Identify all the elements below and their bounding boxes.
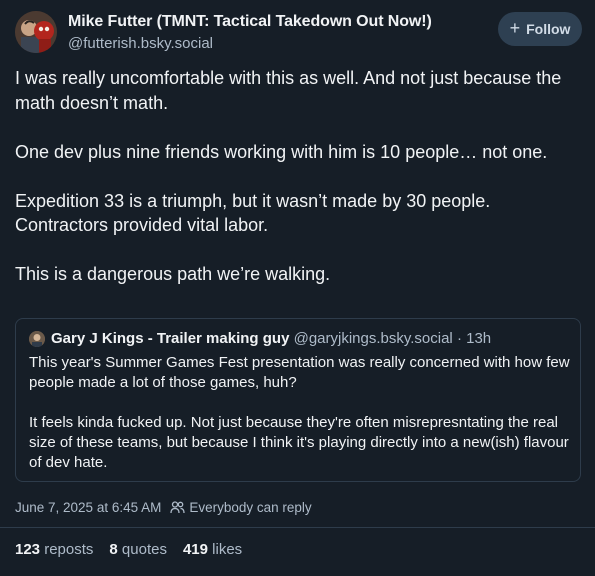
- quote-author-name[interactable]: Gary J Kings - Trailer making guy: [51, 330, 289, 347]
- quote-timestamp[interactable]: 13h: [466, 330, 491, 347]
- post-body: I was really uncomfortable with this as …: [15, 66, 585, 311]
- quote-body: This year's Summer Games Fest presentati…: [29, 353, 574, 493]
- engagement-stats: 123 reposts 8 quotes 419 likes: [15, 541, 258, 558]
- quotes-stat[interactable]: 8 quotes: [109, 541, 167, 558]
- people-icon: [170, 501, 186, 514]
- author-avatar[interactable]: [15, 11, 57, 53]
- follow-button-label: Follow: [526, 21, 571, 37]
- likes-label: likes: [212, 541, 243, 558]
- quotes-label: quotes: [121, 541, 167, 558]
- follow-button[interactable]: + Follow: [498, 12, 582, 46]
- quote-paragraph: This year's Summer Games Fest presentati…: [29, 354, 570, 391]
- reposts-label: reposts: [44, 541, 94, 558]
- author-display-name[interactable]: Mike Futter (TMNT: Tactical Takedown Out…: [68, 13, 432, 31]
- author-handle[interactable]: @futterish.bsky.social: [68, 35, 213, 52]
- post-meta: June 7, 2025 at 6:45 AM Everybody can re…: [15, 500, 312, 515]
- quote-separator: ·: [456, 330, 462, 347]
- quote-header: Gary J Kings - Trailer making guy @garyj…: [51, 330, 491, 347]
- post-card: Mike Futter (TMNT: Tactical Takedown Out…: [0, 0, 595, 576]
- post-paragraph: This is a dangerous path we’re walking.: [15, 264, 331, 284]
- reply-setting[interactable]: Everybody can reply: [170, 500, 312, 515]
- plus-icon: +: [509, 18, 521, 38]
- quote-author-handle[interactable]: @garyjkings.bsky.social: [294, 330, 453, 347]
- likes-count: 419: [182, 541, 208, 558]
- reply-setting-label: Everybody can reply: [189, 500, 312, 515]
- quoted-post[interactable]: Gary J Kings - Trailer making guy @garyj…: [15, 318, 581, 482]
- likes-stat[interactable]: 419 likes: [183, 541, 242, 558]
- reposts-count: 123: [15, 541, 41, 558]
- quotes-count: 8: [109, 541, 118, 558]
- post-paragraph: Expedition 33 is a triumph, but it wasn’…: [15, 190, 491, 236]
- post-paragraph: I was really uncomfortable with this as …: [15, 68, 562, 113]
- divider: [0, 527, 595, 528]
- quote-paragraph: It feels kinda fucked up. Not just becau…: [29, 414, 569, 471]
- post-paragraph: One dev plus nine friends working with h…: [15, 141, 548, 162]
- reposts-stat[interactable]: 123 reposts: [15, 541, 93, 558]
- post-timestamp: June 7, 2025 at 6:45 AM: [15, 500, 162, 515]
- quote-author-avatar[interactable]: [29, 331, 45, 347]
